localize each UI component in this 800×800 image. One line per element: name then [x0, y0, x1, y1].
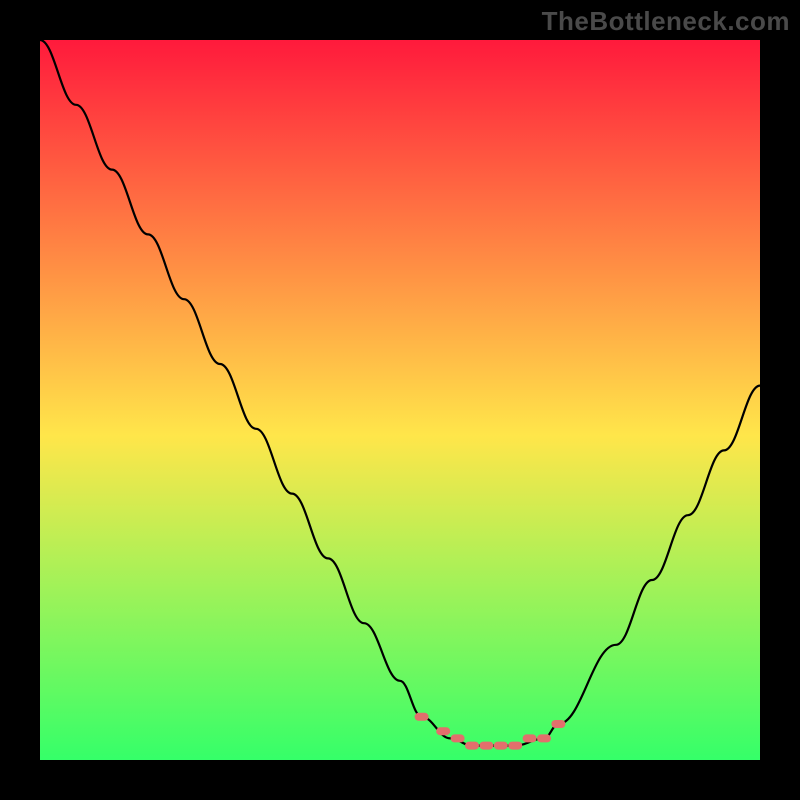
optimal-marker [415, 713, 429, 721]
optimal-marker [436, 727, 450, 735]
plot-svg [40, 40, 760, 760]
optimal-marker [551, 720, 565, 728]
optimal-marker [508, 742, 522, 750]
plot-area [40, 40, 760, 760]
optimal-marker [451, 734, 465, 742]
optimal-marker [479, 742, 493, 750]
gradient-background [40, 40, 760, 760]
optimal-marker [523, 734, 537, 742]
optimal-marker [494, 742, 508, 750]
optimal-marker [537, 734, 551, 742]
optimal-marker [465, 742, 479, 750]
watermark-text: TheBottleneck.com [542, 6, 790, 37]
chart-frame: TheBottleneck.com [0, 0, 800, 800]
